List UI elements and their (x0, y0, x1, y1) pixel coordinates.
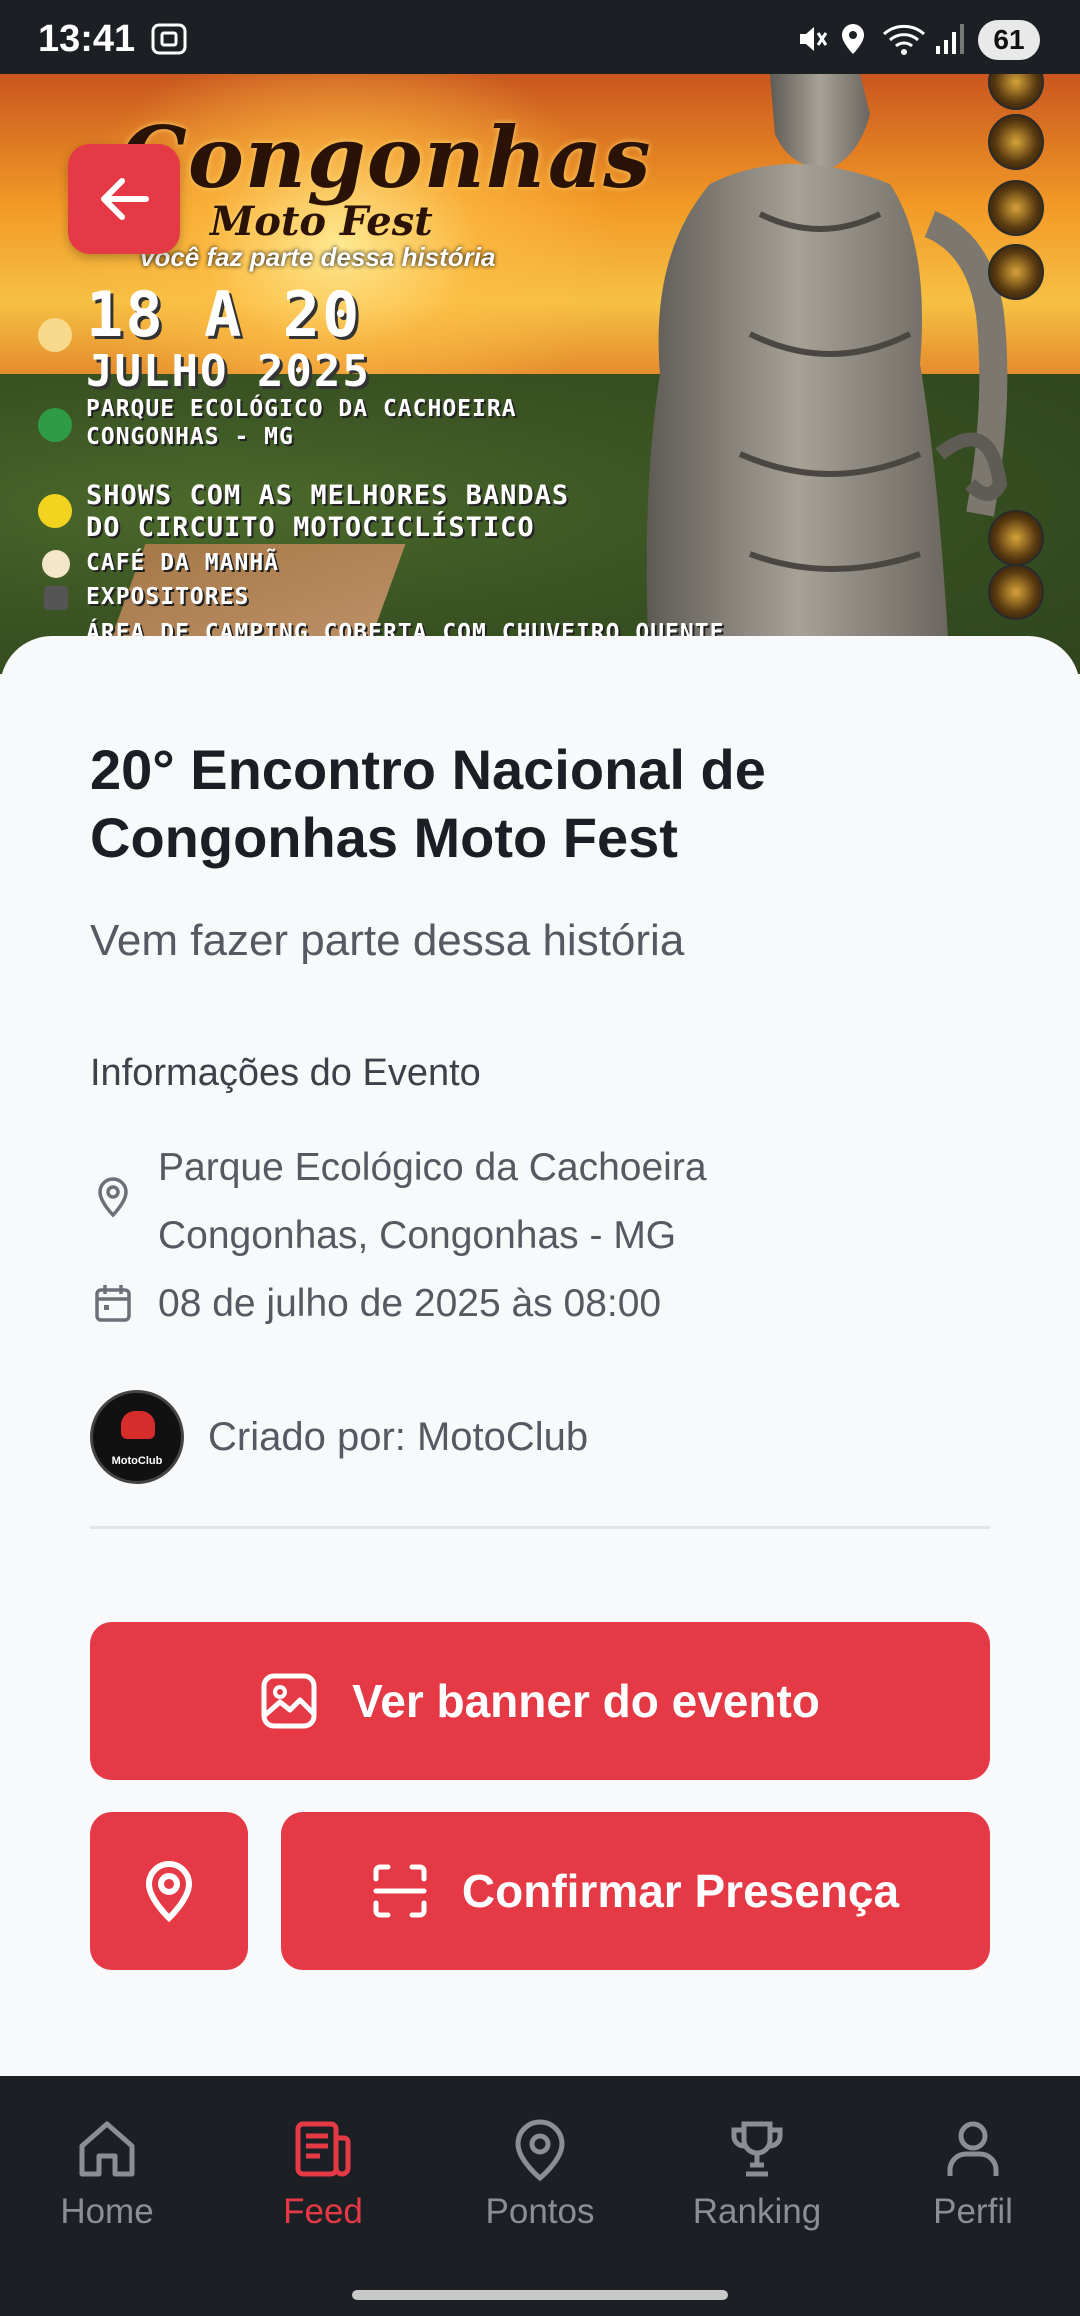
event-title: 20° Encontro Nacional de Congonhas Moto … (90, 738, 766, 869)
event-datetime: 08 de julho de 2025 às 08:00 (158, 1282, 662, 1325)
club-patch-5 (988, 510, 1044, 566)
coffee-bullet-icon (42, 550, 70, 578)
creator-avatar-text: MotoClub (111, 1455, 163, 1467)
nav-pontos-label: Pontos (485, 2192, 595, 2231)
banner-subtitle: Moto Fest (210, 198, 433, 245)
bottom-navigation: Home Feed Pontos Ranking Perfil (0, 2076, 1080, 2316)
banner-exhibitors: EXPOSITORES (86, 584, 250, 610)
club-patch-2 (988, 114, 1044, 170)
banner-shows-line1: SHOWS COM AS MELHORES BANDAS (86, 480, 570, 511)
nav-home[interactable]: Home (7, 2116, 207, 2232)
screenshot-icon (150, 22, 188, 61)
arrow-left-icon (101, 178, 149, 220)
scan-qr-icon (373, 1864, 427, 1918)
calendar-icon (95, 1285, 131, 1322)
event-subtitle: Vem fazer parte dessa história (90, 916, 685, 965)
battery-indicator: 61 (978, 20, 1040, 60)
club-patch-6 (988, 564, 1044, 620)
club-patch-4 (988, 244, 1044, 300)
banner-breakfast: CAFÉ DA MANHÃ (86, 550, 280, 576)
nav-home-label: Home (60, 2192, 154, 2231)
feed-icon (295, 2121, 351, 2177)
image-icon (261, 1673, 317, 1729)
status-time: 13:41 (38, 18, 136, 60)
location-status-icon (838, 22, 868, 61)
home-icon (79, 2121, 135, 2177)
banner-location-line2: CONGONHAS - MG (86, 424, 294, 450)
confirm-presence-label: Confirmar Presença (461, 1865, 900, 1917)
nav-feed-label: Feed (283, 2192, 363, 2231)
open-map-button[interactable] (90, 1812, 248, 1970)
nav-perfil-label: Perfil (933, 2192, 1013, 2231)
helmet-icon (121, 1411, 155, 1439)
event-creator-row: MotoClub Criado por: MotoClub (90, 1390, 588, 1484)
calendar-bullet-icon (38, 318, 72, 352)
event-location-line2: Congonhas, Congonhas - MG (158, 1214, 677, 1257)
banner-shows-line2: DO CIRCUITO MOTOCICLÍSTICO (86, 512, 535, 543)
banner-dates: 18 A 20 (86, 278, 362, 351)
confirm-presence-button[interactable]: Confirmar Presença (281, 1812, 990, 1970)
nav-perfil[interactable]: Perfil (873, 2116, 1073, 2232)
home-indicator[interactable] (352, 2290, 728, 2300)
banner-title: Congonhas (120, 108, 652, 207)
nav-ranking-label: Ranking (692, 2192, 822, 2231)
mute-icon (794, 22, 828, 61)
event-location-line1: Parque Ecológico da Cachoeira (158, 1146, 707, 1189)
view-banner-button[interactable]: Ver banner do evento (90, 1622, 990, 1780)
nav-ranking[interactable]: Ranking (657, 2116, 857, 2232)
music-bullet-icon (38, 494, 72, 528)
nav-feed[interactable]: Feed (223, 2116, 423, 2232)
location-pin-icon (98, 1177, 128, 1218)
statue-illustration (646, 74, 1008, 674)
back-button[interactable] (68, 144, 180, 254)
banner-month: JULHO 2025 (86, 346, 371, 397)
location-pin-icon (145, 1860, 193, 1922)
event-info-heading: Informações do Evento (90, 1052, 481, 1094)
nav-pontos[interactable]: Pontos (440, 2116, 640, 2232)
banner-location-line1: PARQUE ECOLÓGICO DA CACHOEIRA (86, 396, 517, 422)
event-location-row: Parque Ecológico da Cachoeira Congonhas,… (90, 1134, 707, 1270)
creator-label: Criado por: MotoClub (208, 1414, 589, 1459)
banner-tagline: você faz parte dessa história (140, 242, 496, 272)
location-bullet-icon (38, 408, 72, 442)
status-bar: 13:41 61 (0, 0, 1080, 74)
location-pin-icon (515, 2119, 565, 2182)
creator-avatar[interactable]: MotoClub (90, 1390, 184, 1484)
trophy-icon (731, 2121, 783, 2177)
view-banner-label: Ver banner do evento (352, 1675, 820, 1727)
event-date-row: 08 de julho de 2025 às 08:00 (90, 1270, 661, 1338)
user-icon (947, 2121, 999, 2176)
section-divider (90, 1526, 990, 1529)
club-patch-3 (988, 180, 1044, 236)
event-details-sheet: 20° Encontro Nacional de Congonhas Moto … (0, 636, 1080, 2076)
signal-icon (934, 22, 966, 61)
wifi-icon (882, 22, 926, 61)
exhibitors-bullet-icon (44, 586, 68, 610)
